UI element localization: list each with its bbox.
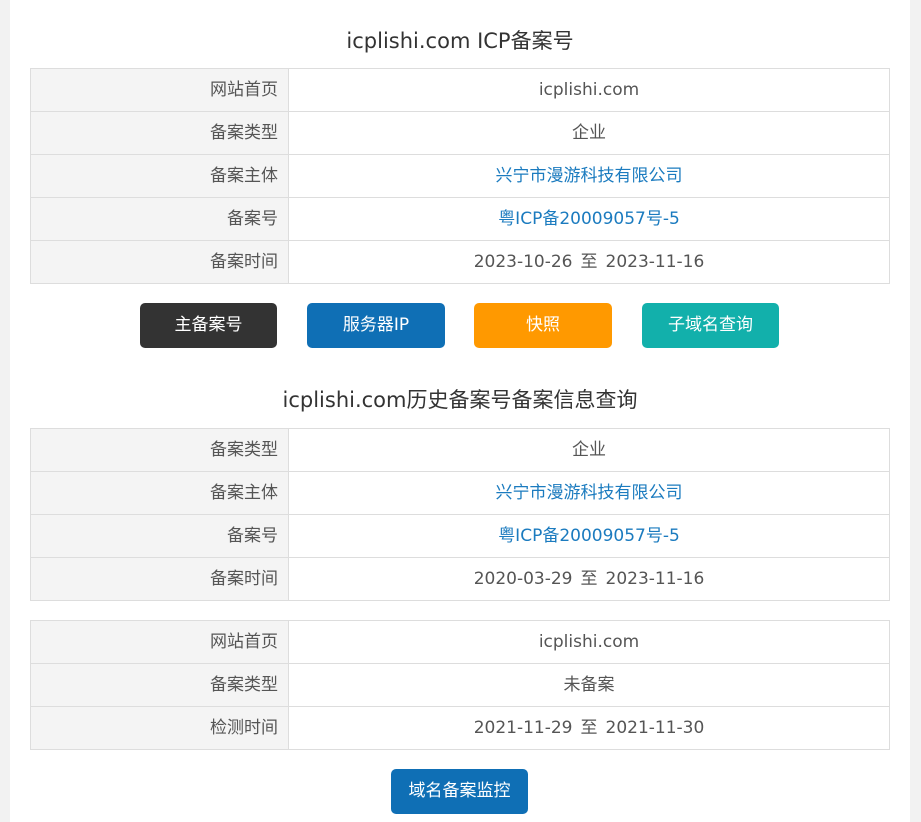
table-row: 备案类型 企业 bbox=[30, 111, 890, 155]
table-row: 备案时间 2020-03-29 至 2023-11-16 bbox=[30, 557, 890, 601]
row-label: 检测时间 bbox=[30, 706, 289, 750]
history-check-table: 网站首页 icplishi.com 备案类型 未备案 检测时间 2021-11-… bbox=[30, 620, 890, 750]
time-separator: 至 bbox=[580, 252, 598, 272]
table-row: 备案号 粤ICP备20009057号-5 bbox=[30, 197, 890, 241]
check-time-value: 2021-11-29 至 2021-11-30 bbox=[288, 706, 890, 750]
row-label: 备案类型 bbox=[30, 663, 289, 707]
row-label: 网站首页 bbox=[30, 68, 289, 112]
table-row: 网站首页 icplishi.com bbox=[30, 68, 890, 112]
history-section-title: icplishi.com历史备案号备案信息查询 bbox=[282, 388, 638, 412]
record-time-value: 2023-10-26 至 2023-11-16 bbox=[288, 240, 890, 284]
table-row: 检测时间 2021-11-29 至 2021-11-30 bbox=[30, 706, 890, 750]
time-separator: 至 bbox=[580, 718, 598, 738]
table-row: 备案主体 兴宁市漫游科技有限公司 bbox=[30, 471, 890, 515]
row-label: 备案类型 bbox=[30, 428, 289, 472]
row-label: 备案主体 bbox=[30, 471, 289, 515]
time-from: 2020-03-29 bbox=[473, 569, 573, 589]
row-label: 备案时间 bbox=[30, 557, 289, 601]
main-record-button[interactable]: 主备案号 bbox=[140, 303, 277, 348]
row-label: 备案号 bbox=[30, 197, 289, 241]
subdomain-query-button[interactable]: 子域名查询 bbox=[642, 303, 779, 348]
snapshot-button[interactable]: 快照 bbox=[474, 303, 612, 348]
website-homepage-value: icplishi.com bbox=[288, 68, 890, 112]
record-number-link[interactable]: 粤ICP备20009057号-5 bbox=[288, 197, 890, 241]
website-homepage-value: icplishi.com bbox=[288, 620, 890, 664]
record-owner-link[interactable]: 兴宁市漫游科技有限公司 bbox=[288, 471, 890, 515]
domain-monitor-button[interactable]: 域名备案监控 bbox=[391, 769, 528, 814]
time-to: 2023-11-16 bbox=[605, 252, 705, 272]
record-time-value: 2020-03-29 至 2023-11-16 bbox=[288, 557, 890, 601]
icp-info-table: 网站首页 icplishi.com 备案类型 企业 备案主体 兴宁市漫游科技有限… bbox=[30, 68, 890, 284]
record-owner-link[interactable]: 兴宁市漫游科技有限公司 bbox=[288, 154, 890, 198]
table-row: 备案号 粤ICP备20009057号-5 bbox=[30, 514, 890, 558]
row-label: 备案号 bbox=[30, 514, 289, 558]
row-label: 备案类型 bbox=[30, 111, 289, 155]
record-type-value: 企业 bbox=[288, 428, 890, 472]
table-row: 备案类型 未备案 bbox=[30, 663, 890, 707]
time-to: 2023-11-16 bbox=[605, 569, 705, 589]
table-row: 备案类型 企业 bbox=[30, 428, 890, 472]
row-label: 备案主体 bbox=[30, 154, 289, 198]
record-type-value: 企业 bbox=[288, 111, 890, 155]
server-ip-button[interactable]: 服务器IP bbox=[307, 303, 445, 348]
icp-section-title: icplishi.com ICP备案号 bbox=[346, 29, 574, 53]
time-to: 2021-11-30 bbox=[605, 718, 705, 738]
record-number-link[interactable]: 粤ICP备20009057号-5 bbox=[288, 514, 890, 558]
table-row: 备案主体 兴宁市漫游科技有限公司 bbox=[30, 154, 890, 198]
history-record-table: 备案类型 企业 备案主体 兴宁市漫游科技有限公司 备案号 粤ICP备200090… bbox=[30, 428, 890, 601]
time-from: 2021-11-29 bbox=[473, 718, 573, 738]
time-from: 2023-10-26 bbox=[473, 252, 573, 272]
table-row: 网站首页 icplishi.com bbox=[30, 620, 890, 664]
main-panel: icplishi.com ICP备案号 网站首页 icplishi.com 备案… bbox=[10, 0, 910, 822]
row-label: 网站首页 bbox=[30, 620, 289, 664]
time-separator: 至 bbox=[580, 569, 598, 589]
record-type-value: 未备案 bbox=[288, 663, 890, 707]
table-row: 备案时间 2023-10-26 至 2023-11-16 bbox=[30, 240, 890, 284]
row-label: 备案时间 bbox=[30, 240, 289, 284]
